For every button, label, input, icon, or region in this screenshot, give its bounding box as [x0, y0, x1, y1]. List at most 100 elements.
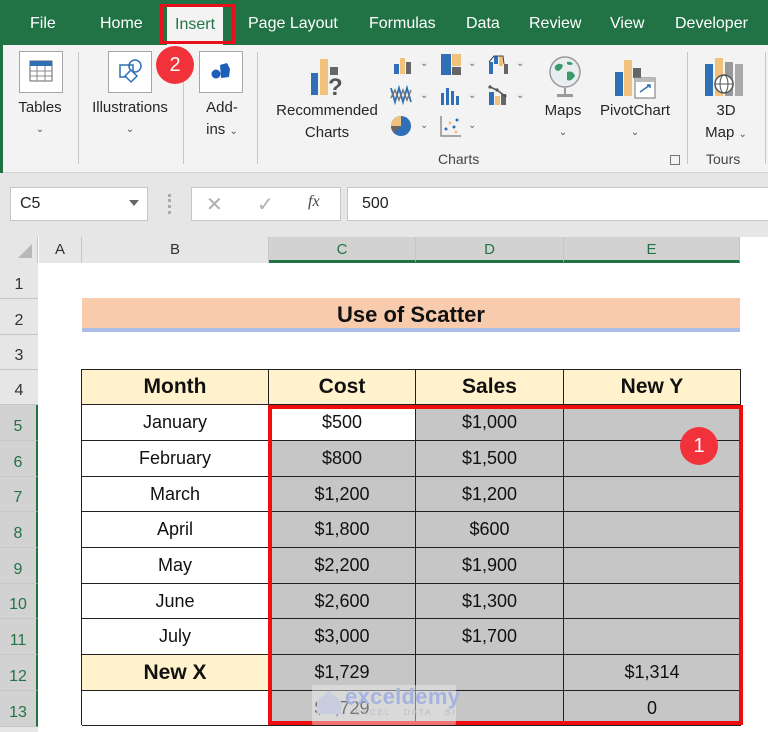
- table-cell-month[interactable]: January: [82, 405, 269, 441]
- formula-input[interactable]: 500: [347, 187, 768, 221]
- line-chart-icon[interactable]: [390, 84, 412, 106]
- illustrations-icon[interactable]: [108, 51, 152, 93]
- table-cell-new-y[interactable]: $1,314: [564, 655, 741, 691]
- tab-view[interactable]: View: [610, 0, 644, 45]
- chevron-down-icon[interactable]: ⌄: [468, 120, 476, 131]
- tab-page-layout[interactable]: Page Layout: [248, 0, 338, 45]
- table-cell-month[interactable]: March: [82, 477, 269, 512]
- table-cell-sales[interactable]: $600: [416, 512, 564, 548]
- maps-globe-icon[interactable]: [545, 54, 585, 100]
- tab-developer[interactable]: Developer: [675, 0, 748, 45]
- row-header-4[interactable]: 4: [0, 370, 38, 405]
- name-box-dropdown-icon[interactable]: [129, 200, 139, 206]
- formula-bar-grip-icon[interactable]: [168, 194, 171, 214]
- table-cell-cost[interactable]: $800: [269, 441, 416, 477]
- statistic-chart-icon[interactable]: [440, 85, 462, 107]
- add-ins-icon[interactable]: [199, 51, 243, 93]
- column-chart-icon[interactable]: [392, 54, 414, 76]
- tab-insert[interactable]: Insert: [167, 6, 224, 45]
- row-header-7[interactable]: 7: [0, 477, 38, 512]
- recommended-charts-button[interactable]: Recommended Charts: [268, 100, 386, 144]
- table-cell-sales[interactable]: $1,900: [416, 548, 564, 584]
- recommended-charts-icon[interactable]: ?: [309, 55, 349, 101]
- table-cell-month[interactable]: New X: [82, 655, 269, 691]
- table-cell-month[interactable]: June: [82, 584, 269, 619]
- table-cell-sales[interactable]: $1,200: [416, 477, 564, 512]
- table-cell-sales[interactable]: $1,000: [416, 405, 564, 441]
- table-cell-cost[interactable]: $1,800: [269, 512, 416, 548]
- column-header-e[interactable]: E: [564, 237, 740, 263]
- tab-review[interactable]: Review: [529, 0, 581, 45]
- waterfall-chart-icon[interactable]: [488, 54, 510, 76]
- name-box[interactable]: C5: [10, 187, 148, 221]
- table-cell-cost[interactable]: $2,600: [269, 584, 416, 619]
- row-header-3[interactable]: 3: [0, 335, 38, 370]
- header-cell-new-y[interactable]: New Y: [564, 370, 741, 405]
- table-cell-cost[interactable]: $500: [269, 405, 416, 441]
- pivotchart-button[interactable]: PivotChart ⌄: [592, 100, 678, 144]
- table-cell-cost[interactable]: $2,200: [269, 548, 416, 584]
- table-cell-new-y[interactable]: [564, 584, 741, 619]
- tab-formulas[interactable]: Formulas: [369, 0, 436, 45]
- 3d-map-button[interactable]: 3D Map ⌄: [693, 100, 759, 146]
- row-header-6[interactable]: 6: [0, 441, 38, 477]
- header-cell-month[interactable]: Month: [82, 370, 269, 405]
- chevron-down-icon[interactable]: ⌄: [516, 58, 524, 69]
- row-header-9[interactable]: 9: [0, 548, 38, 584]
- row-header-13[interactable]: 13: [0, 691, 38, 727]
- table-cell-sales[interactable]: $1,300: [416, 584, 564, 619]
- add-ins-button[interactable]: Add- ins ⌄: [192, 97, 252, 143]
- pie-chart-icon[interactable]: [390, 115, 412, 137]
- column-header-c[interactable]: C: [269, 237, 416, 263]
- row-header-8[interactable]: 8: [0, 512, 38, 548]
- row-header-1[interactable]: 1: [0, 263, 38, 299]
- sheet-title[interactable]: Use of Scatter: [82, 298, 740, 332]
- table-cell-new-y[interactable]: [564, 477, 741, 512]
- pivotchart-icon[interactable]: [613, 56, 657, 102]
- table-cell-month[interactable]: [82, 691, 269, 726]
- row-header-10[interactable]: 10: [0, 584, 38, 619]
- table-cell-new-y[interactable]: [564, 512, 741, 548]
- table-cell-sales[interactable]: $1,700: [416, 619, 564, 655]
- insert-function-icon[interactable]: fx: [308, 193, 320, 211]
- illustrations-button[interactable]: Illustrations ⌄: [84, 97, 176, 141]
- row-header-5[interactable]: 5: [0, 405, 38, 441]
- tables-icon[interactable]: [19, 51, 63, 93]
- table-cell-new-y[interactable]: [564, 619, 741, 655]
- chevron-down-icon[interactable]: ⌄: [468, 90, 476, 101]
- table-cell-month[interactable]: July: [82, 619, 269, 655]
- table-cell-cost[interactable]: $3,000: [269, 619, 416, 655]
- table-cell-sales[interactable]: $1,500: [416, 441, 564, 477]
- row-header-2[interactable]: 2: [0, 299, 38, 335]
- enter-icon[interactable]: ✓: [257, 192, 274, 217]
- chevron-down-icon[interactable]: ⌄: [420, 90, 428, 101]
- tab-file[interactable]: File: [30, 0, 56, 45]
- chevron-down-icon[interactable]: ⌄: [468, 58, 476, 69]
- table-cell-month[interactable]: February: [82, 441, 269, 477]
- tab-home[interactable]: Home: [100, 0, 143, 45]
- maps-button[interactable]: Maps ⌄: [537, 100, 589, 144]
- hierarchy-chart-icon[interactable]: [440, 53, 462, 75]
- table-cell-month[interactable]: May: [82, 548, 269, 584]
- table-cell-month[interactable]: April: [82, 512, 269, 548]
- column-header-b[interactable]: B: [82, 237, 269, 263]
- cancel-icon[interactable]: ✕: [206, 192, 223, 217]
- table-cell-new-y[interactable]: [564, 548, 741, 584]
- chevron-down-icon[interactable]: ⌄: [516, 90, 524, 101]
- 3d-map-icon[interactable]: [702, 56, 748, 102]
- header-cell-cost[interactable]: Cost: [269, 370, 416, 405]
- column-header-d[interactable]: D: [416, 237, 564, 263]
- chevron-down-icon[interactable]: ⌄: [420, 120, 428, 131]
- row-header-12[interactable]: 12: [0, 655, 38, 691]
- column-header-a[interactable]: A: [39, 237, 82, 263]
- header-cell-sales[interactable]: Sales: [416, 370, 564, 405]
- charts-dialog-launcher-icon[interactable]: [670, 155, 680, 165]
- tables-button[interactable]: Tables ⌄: [10, 97, 70, 141]
- row-header-11[interactable]: 11: [0, 619, 38, 655]
- table-cell-cost[interactable]: $1,200: [269, 477, 416, 512]
- scatter-chart-icon[interactable]: [440, 115, 462, 137]
- tab-data[interactable]: Data: [466, 0, 500, 45]
- chevron-down-icon[interactable]: ⌄: [420, 58, 428, 69]
- combo-chart-icon[interactable]: [488, 84, 510, 106]
- table-cell-new-y[interactable]: 0: [564, 691, 741, 726]
